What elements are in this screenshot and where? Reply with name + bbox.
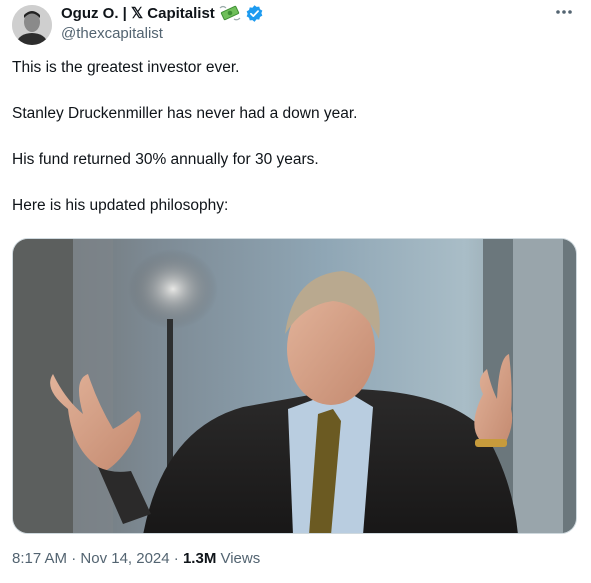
more-horizontal-icon [556, 10, 572, 14]
meta-separator: · [67, 550, 81, 567]
author-handle[interactable]: @thexcapitalist [61, 25, 531, 42]
author-info: Oguz O. | 𝕏 Capitalist @thexcapitalist [61, 3, 531, 42]
brand-word-text: Capitalist [143, 5, 215, 22]
tweet-paragraph: Here is his updated philosophy: [12, 197, 229, 214]
tweet-meta: 8:17 AM · Nov 14, 2024 · 1.3M Views [12, 550, 260, 567]
tweet-paragraph: His fund returned 30% annually for 30 ye… [12, 151, 319, 168]
more-options-button[interactable] [551, 2, 577, 22]
author-avatar[interactable] [12, 5, 52, 45]
x-mark-text: 𝕏 [131, 5, 144, 22]
meta-separator: · [169, 550, 183, 567]
verified-badge-icon [245, 4, 264, 22]
tweet-paragraph: This is the greatest investor ever. [12, 59, 240, 76]
views-count: 1.3M [182, 550, 217, 567]
views-label[interactable]: Views [216, 550, 260, 567]
tweet-time[interactable]: 8:17 AM [12, 550, 67, 567]
tweet-photo[interactable] [12, 238, 577, 534]
author-display-name[interactable]: Oguz O. | 𝕏 Capitalist [61, 4, 215, 22]
money-with-wings-icon [219, 4, 241, 22]
photo-image [13, 239, 576, 533]
tweet-date[interactable]: Nov 14, 2024 [80, 550, 169, 567]
tweet-card: Oguz O. | 𝕏 Capitalist @thexcapitalist T… [0, 0, 591, 583]
display-name-text: Oguz O. | [61, 5, 132, 22]
avatar-image [12, 5, 52, 45]
tweet-paragraph: Stanley Druckenmiller has never had a do… [12, 105, 358, 122]
author-name-row: Oguz O. | 𝕏 Capitalist [61, 3, 531, 23]
